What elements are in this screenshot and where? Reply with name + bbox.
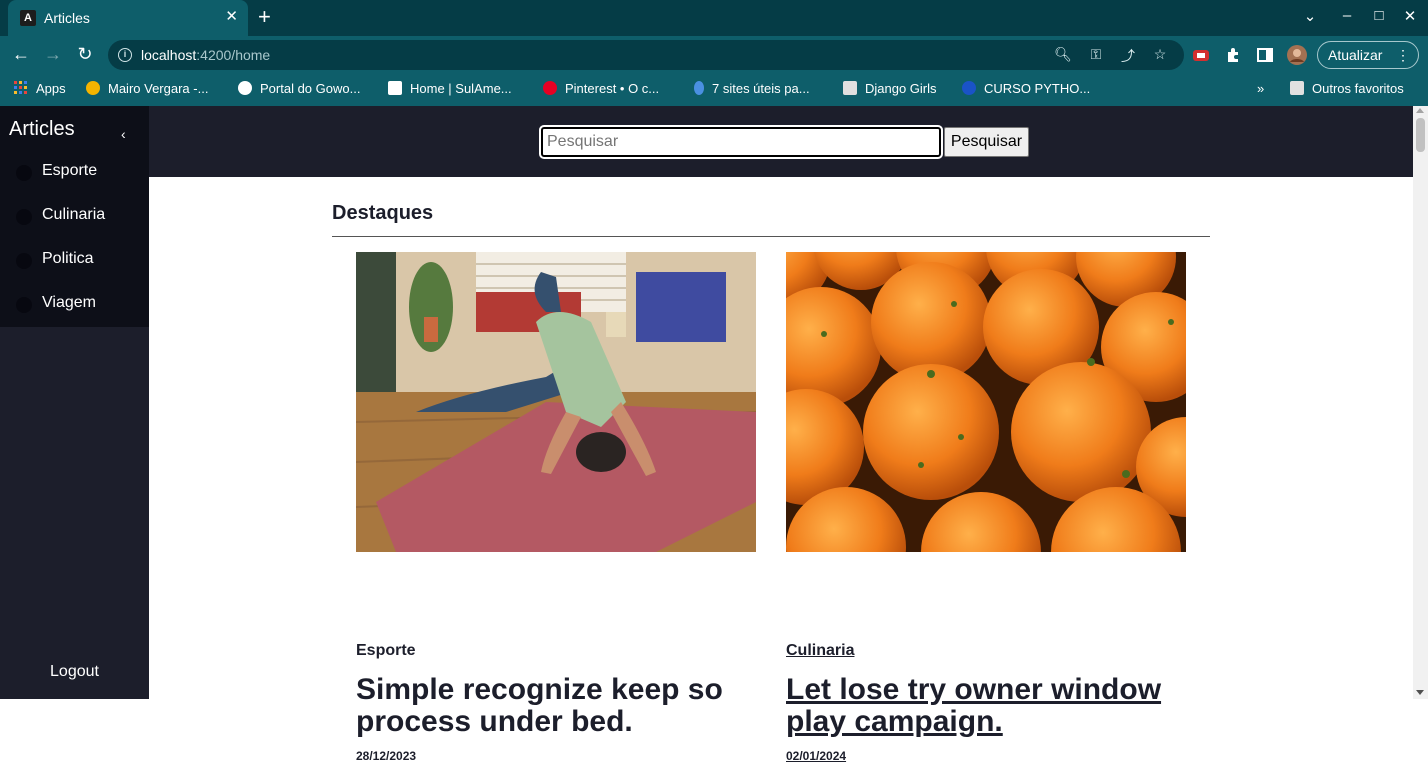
article-date: 28/12/2023: [356, 749, 417, 763]
side-panel-icon[interactable]: [1256, 46, 1274, 64]
extension-red-icon[interactable]: [1192, 46, 1210, 64]
bookmark-mairo-vergara[interactable]: Mairo Vergara -...: [86, 81, 208, 96]
profile-avatar[interactable]: [1287, 45, 1307, 65]
yoga-photo[interactable]: [356, 252, 756, 552]
logout-button[interactable]: Logout: [0, 663, 149, 681]
bookmark-portal-gowo[interactable]: Portal do Gowo...: [238, 81, 360, 96]
bookmarks-bar: Apps Mairo Vergara -... Portal do Gowo..…: [0, 74, 1428, 106]
folder-icon: [1290, 81, 1304, 95]
category-icon: [16, 209, 32, 225]
sidebar-item-politica[interactable]: Politica: [0, 239, 149, 283]
share-icon[interactable]: ⤴: [1119, 46, 1137, 66]
site-icon: [962, 81, 976, 95]
bookmark-apps[interactable]: Apps: [14, 81, 66, 96]
address-bar[interactable]: i localhost:4200/home 🔍︎ ⚿ ⤴ ☆: [108, 40, 1184, 70]
bookmark-django-girls[interactable]: Django Girls: [843, 81, 937, 96]
sidebar-item-esporte[interactable]: Esporte: [0, 151, 149, 195]
sidebar-item-viagem[interactable]: Viagem: [0, 283, 149, 327]
article-date: 02/01/2024: [786, 749, 847, 763]
sidebar: Articles ‹ Esporte Culinaria Politica Vi…: [0, 106, 149, 699]
bookmark-sulamerica[interactable]: Home | SulAme...: [388, 81, 512, 96]
page-scrollbar[interactable]: [1413, 106, 1428, 699]
other-bookmarks[interactable]: Outros favoritos: [1290, 81, 1404, 96]
article-category[interactable]: Culinaria: [786, 642, 854, 660]
category-icon: [16, 297, 32, 313]
minimize-icon[interactable]: –: [1337, 7, 1357, 24]
article-category[interactable]: Esporte: [356, 642, 416, 660]
close-tab-icon[interactable]: ✕: [225, 9, 238, 25]
site-icon: [86, 81, 100, 95]
menu-dots-icon: ⋮: [1396, 47, 1410, 63]
sidebar-menu: Articles ‹ Esporte Culinaria Politica Vi…: [0, 106, 149, 327]
browser-toolbar: ← → ↻ i localhost:4200/home 🔍︎ ⚿ ⤴ ☆ Atu…: [0, 36, 1428, 74]
close-window-icon[interactable]: ✕: [1400, 7, 1420, 25]
scroll-down-arrow-icon[interactable]: [1416, 690, 1424, 695]
tab-title: Articles: [44, 10, 90, 26]
globe-icon: [238, 81, 252, 95]
collapse-chevron-icon[interactable]: ‹: [121, 126, 126, 142]
section-divider: [332, 236, 1210, 237]
site-icon: [694, 81, 704, 95]
reload-icon[interactable]: ↻: [74, 44, 96, 64]
pinterest-icon: [543, 81, 557, 95]
scroll-up-arrow-icon[interactable]: [1416, 108, 1424, 113]
site-info-icon[interactable]: i: [118, 48, 132, 62]
forward-arrow-icon[interactable]: →: [42, 44, 64, 64]
tab-search-icon[interactable]: ⌄: [1300, 7, 1320, 25]
search-input[interactable]: [539, 125, 943, 159]
more-bookmarks-icon[interactable]: »: [1257, 81, 1264, 96]
update-button[interactable]: Atualizar ⋮: [1317, 41, 1419, 69]
browser-tab[interactable]: A Articles ✕: [8, 0, 248, 36]
back-arrow-icon[interactable]: ←: [10, 44, 32, 64]
zoom-search-icon[interactable]: 🔍︎: [1054, 46, 1072, 63]
article-title[interactable]: Let lose try owner window play campaign.: [786, 674, 1186, 738]
maximize-icon[interactable]: □: [1369, 7, 1389, 24]
bookmark-curso-python[interactable]: CURSO PYTHO...: [962, 81, 1090, 96]
article-card[interactable]: Culinaria Let lose try owner window play…: [786, 252, 1186, 763]
scrollbar-thumb[interactable]: [1416, 118, 1425, 152]
browser-tab-bar: A Articles ✕ + ⌄ – □ ✕: [0, 0, 1428, 36]
sidebar-title: Articles: [9, 118, 75, 140]
folder-icon: [843, 81, 857, 95]
bookmark-star-icon[interactable]: ☆: [1151, 46, 1169, 63]
search-button[interactable]: Pesquisar: [944, 127, 1029, 157]
new-tab-icon[interactable]: +: [258, 6, 271, 28]
angular-favicon-icon: A: [20, 10, 36, 26]
sidebar-item-culinaria[interactable]: Culinaria: [0, 195, 149, 239]
sulamerica-icon: [388, 81, 402, 95]
oranges-photo[interactable]: [786, 252, 1186, 552]
extensions-puzzle-icon[interactable]: [1224, 46, 1242, 64]
article-card[interactable]: Esporte Simple recognize keep so process…: [356, 252, 756, 763]
search-bar: Pesquisar: [149, 106, 1413, 177]
section-title: Destaques: [332, 202, 434, 224]
category-icon: [16, 165, 32, 181]
key-icon[interactable]: ⚿: [1087, 46, 1105, 63]
main-content: Destaques Esporte Simple recognize keep: [149, 177, 1413, 763]
category-icon: [16, 253, 32, 269]
url-text: localhost:4200/home: [141, 47, 271, 63]
bookmark-7-sites[interactable]: 7 sites úteis pa...: [694, 81, 810, 96]
article-title[interactable]: Simple recognize keep so process under b…: [356, 674, 756, 738]
bookmark-pinterest[interactable]: Pinterest • O c...: [543, 81, 659, 96]
apps-grid-icon: [14, 81, 27, 94]
